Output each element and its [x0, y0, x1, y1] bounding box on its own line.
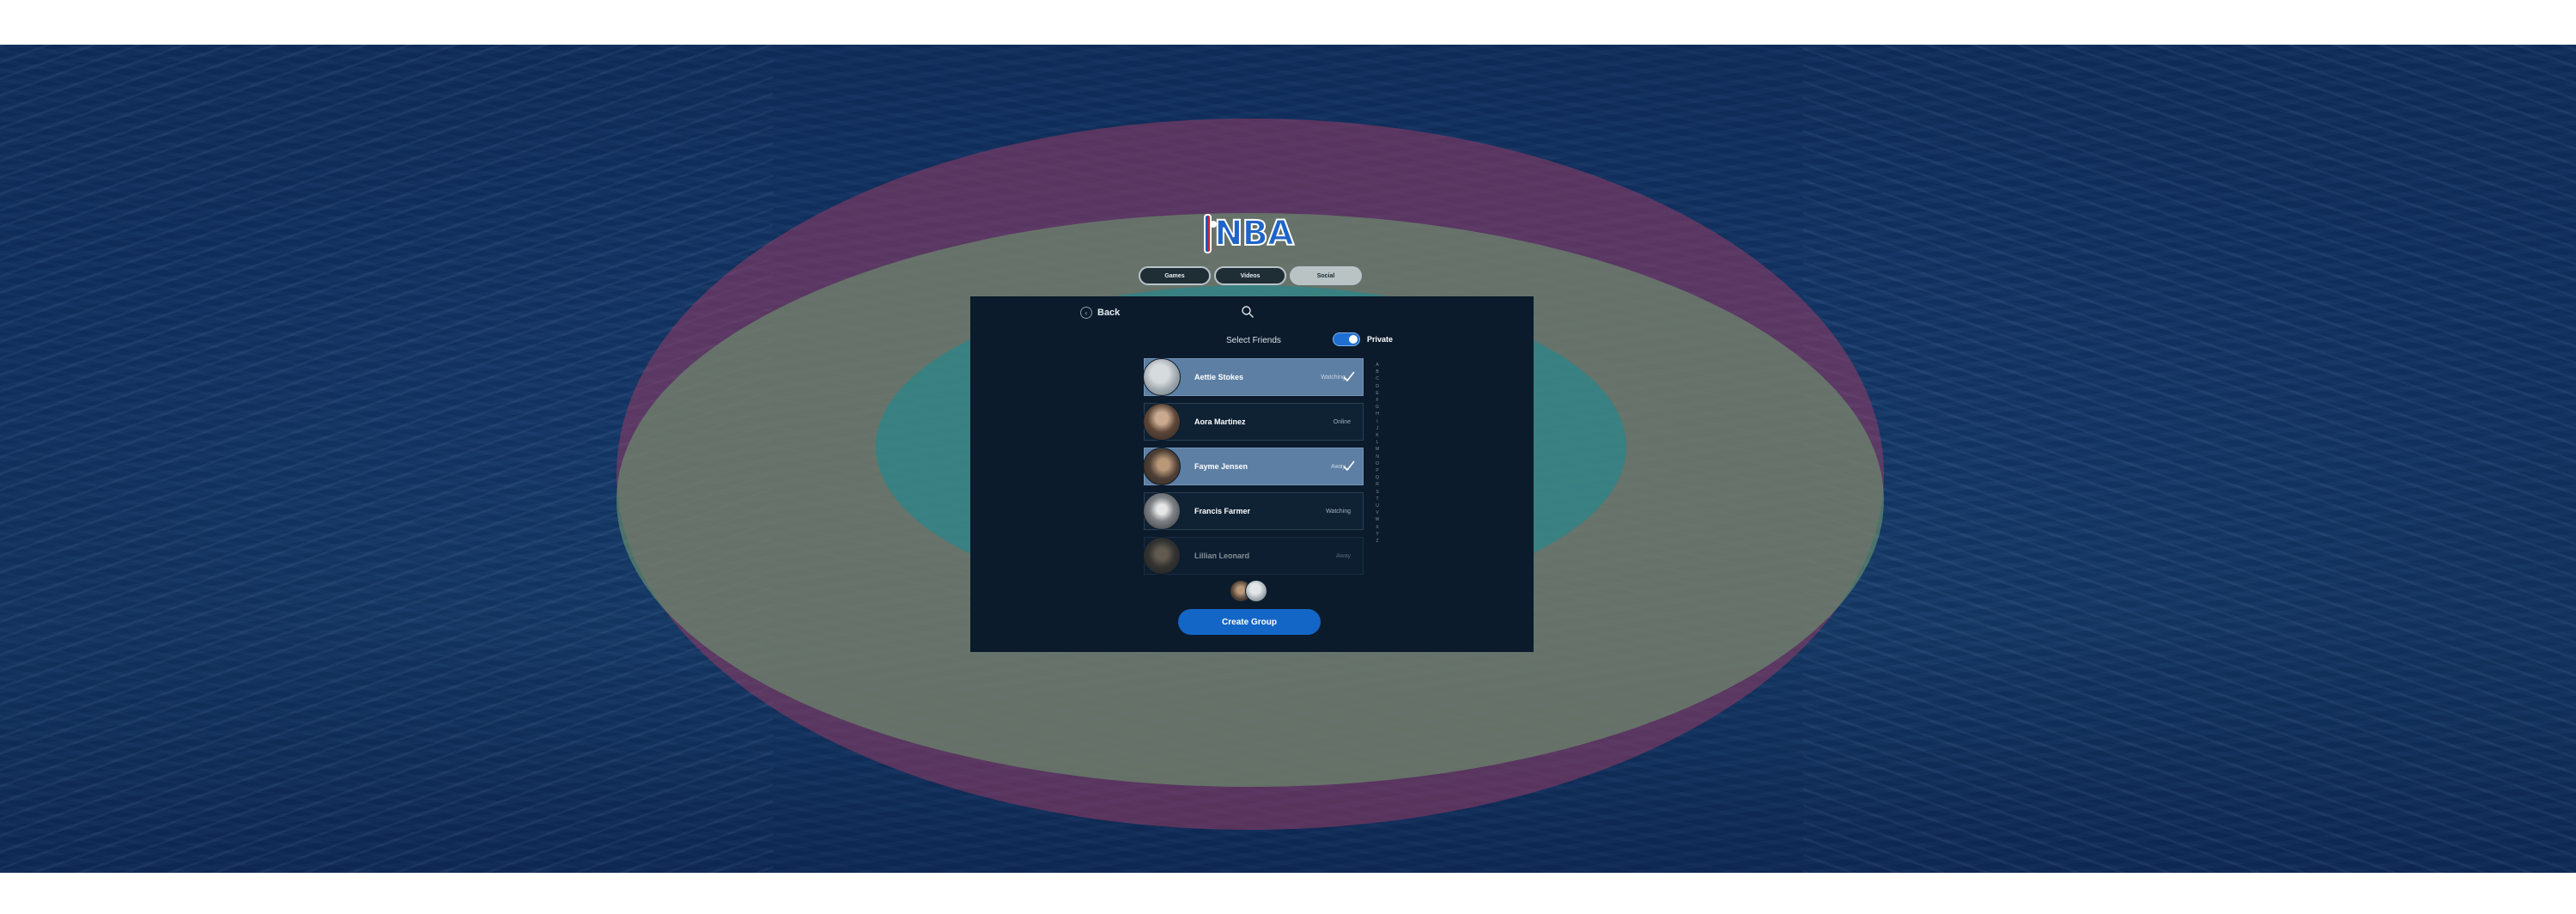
private-toggle[interactable] — [1333, 332, 1360, 346]
alphabet-letter[interactable]: F — [1376, 397, 1378, 404]
alphabet-letter[interactable]: O — [1376, 460, 1379, 467]
friend-status: Watching — [1326, 508, 1351, 515]
back-button[interactable]: ‹ Back — [1080, 307, 1120, 319]
checkmark-icon — [1343, 371, 1355, 382]
avatar — [1143, 448, 1181, 485]
friend-row[interactable]: Aettie Stokes Watching — [1143, 358, 1364, 396]
alphabet-letter[interactable]: E — [1376, 390, 1378, 397]
friend-row[interactable]: Francis Farmer Watching — [1143, 492, 1364, 530]
nba-logo: NBA — [1204, 213, 1295, 254]
alphabet-letter[interactable]: P — [1376, 467, 1378, 474]
alphabet-letter[interactable]: L — [1376, 439, 1379, 446]
alphabet-letter[interactable]: T — [1376, 496, 1378, 503]
alphabet-index[interactable]: ABCDEFGHIJKLMNOPQRSTUVWXYZ — [1374, 362, 1381, 545]
alphabet-letter[interactable]: A — [1376, 362, 1378, 369]
select-friends-panel: ‹ Back Select Friends Private Aettie Sto… — [970, 296, 1534, 652]
friend-name: Francis Farmer — [1194, 507, 1251, 515]
stands-right — [1803, 45, 2576, 873]
tab-social[interactable]: Social — [1290, 266, 1362, 285]
private-toggle-group: Private — [1333, 332, 1393, 346]
avatar — [1143, 358, 1181, 396]
bottom-margin — [0, 873, 2576, 914]
alphabet-letter[interactable]: J — [1376, 425, 1379, 432]
panel-title: Select Friends — [1226, 336, 1281, 345]
alphabet-letter[interactable]: Z — [1376, 538, 1378, 545]
avatar — [1143, 492, 1181, 530]
alphabet-letter[interactable]: V — [1376, 509, 1378, 516]
selected-friends-avatars — [1230, 580, 1267, 602]
checkmark-icon — [1343, 460, 1355, 472]
alphabet-letter[interactable]: C — [1376, 375, 1379, 382]
search-icon[interactable] — [1241, 305, 1255, 319]
alphabet-letter[interactable]: M — [1376, 446, 1379, 453]
back-label: Back — [1097, 308, 1121, 318]
friend-name: Aora Martinez — [1194, 417, 1246, 426]
alphabet-letter[interactable]: N — [1376, 454, 1379, 460]
private-label: Private — [1367, 335, 1394, 344]
alphabet-letter[interactable]: B — [1376, 369, 1378, 375]
alphabet-letter[interactable]: K — [1376, 432, 1378, 439]
create-group-button[interactable]: Create Group — [1178, 609, 1321, 635]
avatar — [1143, 403, 1181, 441]
friend-row[interactable]: Aora Martinez Online — [1143, 403, 1364, 441]
tab-games[interactable]: Games — [1139, 266, 1211, 285]
avatar — [1143, 537, 1181, 575]
alphabet-letter[interactable]: W — [1376, 516, 1380, 523]
alphabet-letter[interactable]: X — [1376, 524, 1378, 531]
alphabet-letter[interactable]: D — [1376, 383, 1379, 390]
logoman-icon — [1204, 214, 1218, 253]
toggle-knob — [1349, 335, 1358, 344]
alphabet-letter[interactable]: U — [1376, 503, 1379, 509]
friend-name: Lillian Leonard — [1194, 551, 1250, 560]
main-tabs: Games Videos Social — [1139, 266, 1362, 285]
friend-status: Away — [1336, 552, 1351, 559]
alphabet-letter[interactable]: S — [1376, 489, 1378, 496]
friends-list: Aettie Stokes Watching Aora Martinez Onl… — [1143, 358, 1364, 582]
friend-name: Fayme Jensen — [1194, 462, 1249, 471]
alphabet-letter[interactable]: Y — [1376, 531, 1378, 538]
alphabet-letter[interactable]: G — [1376, 404, 1379, 411]
friend-row[interactable]: Fayme Jensen Away — [1143, 448, 1364, 485]
friend-row[interactable]: Lillian Leonard Away — [1143, 537, 1364, 575]
friend-name: Aettie Stokes — [1194, 373, 1244, 381]
alphabet-letter[interactable]: Q — [1376, 474, 1379, 481]
friend-status: Online — [1333, 418, 1351, 425]
logo-text: NBA — [1213, 213, 1295, 254]
avatar — [1245, 580, 1267, 602]
alphabet-letter[interactable]: I — [1376, 418, 1377, 425]
back-arrow-icon: ‹ — [1080, 307, 1092, 319]
alphabet-letter[interactable]: H — [1376, 411, 1379, 417]
tab-videos[interactable]: Videos — [1214, 266, 1286, 285]
top-margin — [0, 0, 2576, 45]
alphabet-letter[interactable]: R — [1376, 481, 1379, 488]
